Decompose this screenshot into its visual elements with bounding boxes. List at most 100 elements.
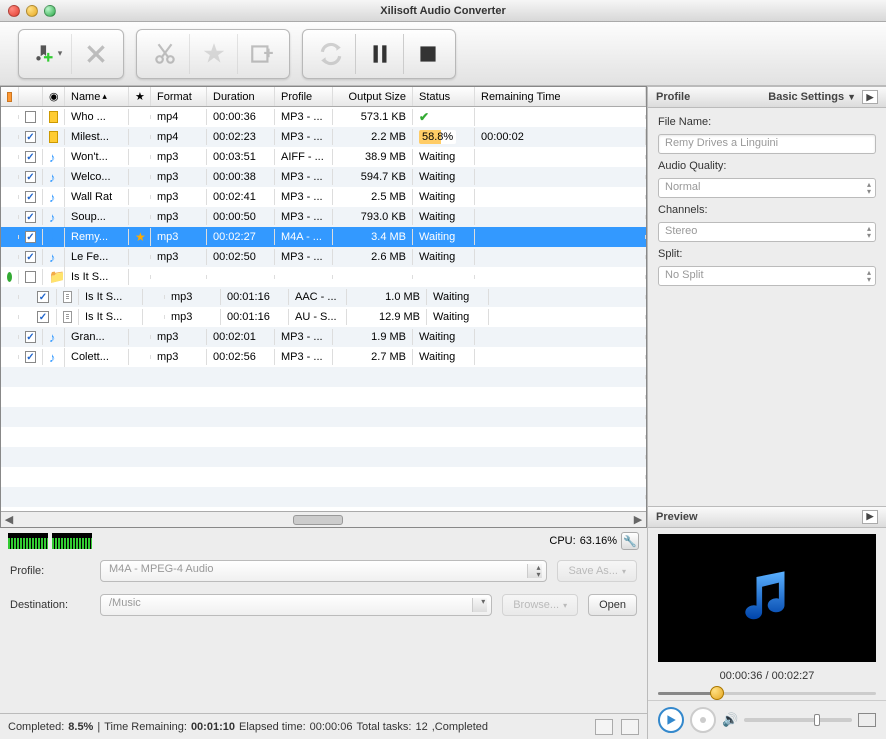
table-row[interactable]: ♪Wall Ratmp300:02:41MP3 - ...2.5 MBWaiti… (1, 187, 646, 207)
channels-select[interactable]: Stereo▴▾ (658, 222, 876, 242)
row-duration: 00:00:50 (207, 209, 275, 225)
split-select[interactable]: No Split▴▾ (658, 266, 876, 286)
basic-settings-dropdown[interactable]: Basic Settings▼ (768, 91, 856, 103)
row-size: 2.7 MB (333, 349, 413, 365)
row-name: Is It S... (79, 309, 143, 325)
column-remaining[interactable]: Remaining Time (475, 87, 646, 106)
audio-quality-label: Audio Quality: (658, 160, 876, 172)
table-row[interactable]: ♪Won't...mp300:03:51AIFF - ...38.9 MBWai… (1, 147, 646, 167)
row-name: Wall Rat (65, 189, 129, 205)
row-checkbox[interactable] (25, 111, 36, 123)
preview-panel-title: Preview (656, 511, 698, 523)
row-checkbox[interactable] (25, 251, 36, 263)
row-status: 58.8% (413, 128, 475, 146)
row-checkbox[interactable] (25, 151, 36, 163)
column-output-size[interactable]: Output Size (333, 87, 413, 106)
cpu-settings-button[interactable]: 🔧 (621, 532, 639, 550)
table-row[interactable]: ♪Gran...mp300:02:01MP3 - ...1.9 MBWaitin… (1, 327, 646, 347)
row-status: Waiting (413, 169, 475, 185)
row-duration: 00:01:16 (221, 309, 289, 325)
table-header: ◉ Name ★ Format Duration Profile Output … (1, 87, 646, 107)
row-status: Waiting (413, 149, 475, 165)
expand-preview-button[interactable]: ▶ (862, 510, 878, 524)
row-checkbox[interactable] (25, 171, 36, 183)
row-duration: 00:00:36 (207, 109, 275, 125)
row-name: Is It S... (79, 289, 143, 305)
preview-seek-slider[interactable] (658, 686, 876, 700)
row-profile: MP3 - ... (275, 129, 333, 145)
column-type-icon[interactable]: ◉ (43, 87, 65, 106)
column-status[interactable]: Status (413, 87, 475, 106)
column-profile[interactable]: Profile (275, 87, 333, 106)
pause-button[interactable] (355, 34, 403, 74)
row-size: 2.6 MB (333, 249, 413, 265)
table-row[interactable]: Who ...mp400:00:36MP3 - ...573.1 KB✔ (1, 107, 646, 127)
table-row[interactable]: ♪Welco...mp300:00:38MP3 - ...594.7 KBWai… (1, 167, 646, 187)
row-status: Waiting (413, 209, 475, 225)
column-duration[interactable]: Duration (207, 87, 275, 106)
row-format: mp4 (151, 129, 207, 145)
open-button[interactable]: Open (588, 594, 637, 616)
fullscreen-button[interactable] (858, 713, 876, 727)
row-checkbox[interactable] (25, 271, 36, 283)
browse-button[interactable]: Browse...▾ (502, 594, 578, 616)
status-detail-button[interactable] (595, 719, 613, 735)
record-button[interactable] (690, 707, 716, 733)
status-log-button[interactable] (621, 719, 639, 735)
row-checkbox[interactable] (25, 131, 36, 143)
horizontal-scrollbar[interactable]: ◀▶ (1, 511, 646, 527)
stop-button[interactable] (403, 34, 451, 74)
table-row[interactable]: ♪Le Fe...mp300:02:50MP3 - ...2.6 MBWaiti… (1, 247, 646, 267)
table-row[interactable]: ♪Colett...mp300:02:56MP3 - ...2.7 MBWait… (1, 347, 646, 367)
column-star[interactable]: ★ (129, 87, 151, 106)
column-name[interactable]: Name (65, 87, 129, 106)
audio-quality-select[interactable]: Normal▴▾ (658, 178, 876, 198)
profile-select[interactable]: M4A - MPEG-4 Audio▴▾ (100, 560, 547, 582)
row-checkbox[interactable] (25, 211, 36, 223)
row-format: mp3 (165, 309, 221, 325)
row-checkbox[interactable] (25, 351, 36, 363)
window-title: Xilisoft Audio Converter (0, 5, 886, 17)
destination-select[interactable]: /Music▾ (100, 594, 492, 616)
row-checkbox[interactable] (25, 331, 36, 343)
row-status: Waiting (427, 309, 489, 325)
select-all-indicator-icon[interactable] (7, 92, 12, 102)
row-remaining (475, 115, 646, 119)
filename-input[interactable]: Remy Drives a Linguini (658, 134, 876, 154)
table-row[interactable]: ♪Soup...mp300:00:50MP3 - ...793.0 KBWait… (1, 207, 646, 227)
row-remaining (475, 195, 646, 199)
row-status: Waiting (413, 329, 475, 345)
add-profile-button[interactable] (237, 34, 285, 74)
row-size: 38.9 MB (333, 149, 413, 165)
convert-button[interactable] (307, 34, 355, 74)
cut-button[interactable] (141, 34, 189, 74)
expand-indicator-icon[interactable] (7, 272, 12, 282)
table-row[interactable]: Milest...mp400:02:23MP3 - ...2.2 MB58.8%… (1, 127, 646, 147)
favorite-button[interactable] (189, 34, 237, 74)
row-status (413, 275, 475, 279)
volume-slider[interactable] (744, 718, 852, 722)
video-icon (49, 131, 58, 143)
remove-button[interactable] (71, 34, 119, 74)
row-profile: MP3 - ... (275, 329, 333, 345)
table-row[interactable]: ♪Remy...★mp300:02:27M4A - ...3.4 MBWaiti… (1, 227, 646, 247)
add-file-button[interactable]: ▾ (23, 34, 71, 74)
row-checkbox[interactable] (37, 311, 49, 323)
save-as-button[interactable]: Save As...▾ (557, 560, 637, 582)
table-row[interactable]: 📁Is It S... (1, 267, 646, 287)
play-button[interactable] (658, 707, 684, 733)
row-checkbox[interactable] (25, 231, 36, 243)
row-profile (275, 275, 333, 279)
row-checkbox[interactable] (37, 291, 49, 303)
table-row[interactable]: Is It S...mp300:01:16AAC - ...1.0 MBWait… (1, 287, 646, 307)
row-remaining (475, 355, 646, 359)
row-checkbox[interactable] (25, 191, 36, 203)
row-duration: 00:03:51 (207, 149, 275, 165)
table-row[interactable]: Is It S...mp300:01:16AU - S...12.9 MBWai… (1, 307, 646, 327)
row-format: mp3 (151, 189, 207, 205)
row-remaining (489, 295, 646, 299)
row-duration (207, 275, 275, 279)
expand-profile-button[interactable]: ▶ (862, 90, 878, 104)
volume-icon[interactable]: 🔊 (722, 712, 738, 728)
column-format[interactable]: Format (151, 87, 207, 106)
